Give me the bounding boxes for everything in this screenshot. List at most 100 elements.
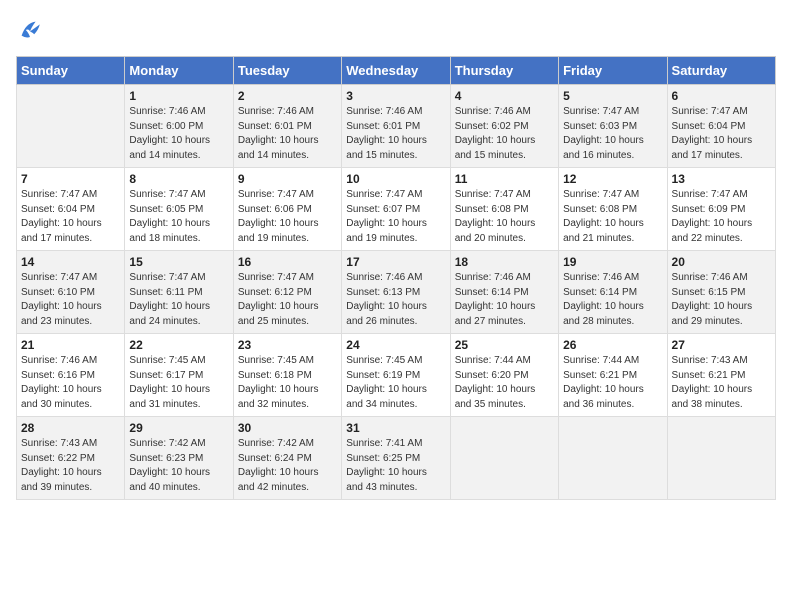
- header: [16, 16, 776, 44]
- day-number: 5: [563, 89, 662, 103]
- calendar-table: SundayMondayTuesdayWednesdayThursdayFrid…: [16, 56, 776, 500]
- day-number: 12: [563, 172, 662, 186]
- calendar-cell: 10Sunrise: 7:47 AM Sunset: 6:07 PM Dayli…: [342, 168, 450, 251]
- day-info: Sunrise: 7:43 AM Sunset: 6:21 PM Dayligh…: [672, 354, 771, 412]
- calendar-cell: 14 Sunrise: 7:47 AM Sunset: 6:10 PM Dayli…: [17, 251, 125, 334]
- day-number: 4: [455, 89, 554, 103]
- day-info: Sunrise: 7:47 AM Sunset: 6:03 PM Dayligh…: [563, 105, 662, 163]
- day-number: 1: [129, 89, 228, 103]
- calendar-cell: 31 Sunrise: 7:41 AM Sunset: 6:25 PM Dayli…: [342, 417, 450, 500]
- day-number: 28: [21, 421, 120, 435]
- calendar-cell: 8 Sunrise: 7:47 AM Sunset: 6:05 PM Daylig…: [125, 168, 233, 251]
- day-info: Sunrise: 7:46 AM Sunset: 6:01 PM Dayligh…: [346, 105, 445, 163]
- day-info: Sunrise: 7:46 AM Sunset: 6:01 PM Dayligh…: [238, 105, 337, 163]
- header-day-tuesday: Tuesday: [233, 57, 341, 85]
- day-number: 29: [129, 421, 228, 435]
- calendar-cell: 9 Sunrise: 7:47 AM Sunset: 6:06 PM Daylig…: [233, 168, 341, 251]
- calendar-cell: 1 Sunrise: 7:46 AM Sunset: 6:00 PM Daylig…: [125, 85, 233, 168]
- day-number: 9: [238, 172, 337, 186]
- logo: [16, 16, 48, 44]
- day-number: 3: [346, 89, 445, 103]
- header-day-sunday: Sunday: [17, 57, 125, 85]
- day-info: Sunrise: 7:42 AM Sunset: 6:24 PM Dayligh…: [238, 437, 337, 495]
- calendar-cell: 11 Sunrise: 7:47 AM Sunset: 6:08 PM Dayli…: [450, 168, 558, 251]
- day-info: Sunrise: 7:47 AM Sunset: 6:12 PM Dayligh…: [238, 271, 337, 329]
- calendar-cell: 29 Sunrise: 7:42 AM Sunset: 6:23 PM Dayli…: [125, 417, 233, 500]
- calendar-cell: 23Sunrise: 7:45 AM Sunset: 6:18 PM Dayli…: [233, 334, 341, 417]
- header-row: SundayMondayTuesdayWednesdayThursdayFrid…: [17, 57, 776, 85]
- day-info: Sunrise: 7:43 AM Sunset: 6:22 PM Dayligh…: [21, 437, 120, 495]
- day-info: Sunrise: 7:47 AM Sunset: 6:04 PM Dayligh…: [21, 188, 120, 246]
- day-info: Sunrise: 7:46 AM Sunset: 6:16 PM Dayligh…: [21, 354, 120, 412]
- header-day-thursday: Thursday: [450, 57, 558, 85]
- day-info: Sunrise: 7:47 AM Sunset: 6:11 PM Dayligh…: [129, 271, 228, 329]
- day-info: Sunrise: 7:45 AM Sunset: 6:17 PM Dayligh…: [129, 354, 228, 412]
- day-info: Sunrise: 7:47 AM Sunset: 6:09 PM Dayligh…: [672, 188, 771, 246]
- calendar-cell: 18Sunrise: 7:46 AM Sunset: 6:14 PM Dayli…: [450, 251, 558, 334]
- calendar-cell: 5 Sunrise: 7:47 AM Sunset: 6:03 PM Daylig…: [559, 85, 667, 168]
- calendar-cell: 6Sunrise: 7:47 AM Sunset: 6:04 PM Daylig…: [667, 85, 775, 168]
- calendar-cell: 27Sunrise: 7:43 AM Sunset: 6:21 PM Dayli…: [667, 334, 775, 417]
- header-day-wednesday: Wednesday: [342, 57, 450, 85]
- day-info: Sunrise: 7:47 AM Sunset: 6:05 PM Dayligh…: [129, 188, 228, 246]
- day-number: 20: [672, 255, 771, 269]
- day-info: Sunrise: 7:46 AM Sunset: 6:13 PM Dayligh…: [346, 271, 445, 329]
- calendar-cell: 26 Sunrise: 7:44 AM Sunset: 6:21 PM Dayli…: [559, 334, 667, 417]
- day-number: 25: [455, 338, 554, 352]
- calendar-cell: [450, 417, 558, 500]
- week-row-4: 21 Sunrise: 7:46 AM Sunset: 6:16 PM Dayli…: [17, 334, 776, 417]
- day-info: Sunrise: 7:47 AM Sunset: 6:10 PM Dayligh…: [21, 271, 120, 329]
- day-number: 2: [238, 89, 337, 103]
- calendar-body: 1 Sunrise: 7:46 AM Sunset: 6:00 PM Daylig…: [17, 85, 776, 500]
- calendar-cell: 30 Sunrise: 7:42 AM Sunset: 6:24 PM Dayli…: [233, 417, 341, 500]
- day-number: 18: [455, 255, 554, 269]
- day-info: Sunrise: 7:41 AM Sunset: 6:25 PM Dayligh…: [346, 437, 445, 495]
- calendar-cell: [667, 417, 775, 500]
- day-info: Sunrise: 7:44 AM Sunset: 6:20 PM Dayligh…: [455, 354, 554, 412]
- calendar-cell: 25 Sunrise: 7:44 AM Sunset: 6:20 PM Dayli…: [450, 334, 558, 417]
- calendar-cell: 16Sunrise: 7:47 AM Sunset: 6:12 PM Dayli…: [233, 251, 341, 334]
- calendar-cell: 20Sunrise: 7:46 AM Sunset: 6:15 PM Dayli…: [667, 251, 775, 334]
- header-day-friday: Friday: [559, 57, 667, 85]
- day-number: 6: [672, 89, 771, 103]
- day-number: 7: [21, 172, 120, 186]
- week-row-3: 14 Sunrise: 7:47 AM Sunset: 6:10 PM Dayli…: [17, 251, 776, 334]
- calendar-cell: 15Sunrise: 7:47 AM Sunset: 6:11 PM Dayli…: [125, 251, 233, 334]
- day-info: Sunrise: 7:46 AM Sunset: 6:00 PM Dayligh…: [129, 105, 228, 163]
- calendar-cell: 7 Sunrise: 7:47 AM Sunset: 6:04 PM Daylig…: [17, 168, 125, 251]
- day-info: Sunrise: 7:47 AM Sunset: 6:06 PM Dayligh…: [238, 188, 337, 246]
- day-number: 19: [563, 255, 662, 269]
- day-number: 14: [21, 255, 120, 269]
- day-number: 11: [455, 172, 554, 186]
- day-number: 30: [238, 421, 337, 435]
- logo-bird-icon: [16, 16, 44, 44]
- day-info: Sunrise: 7:45 AM Sunset: 6:19 PM Dayligh…: [346, 354, 445, 412]
- calendar-cell: 2 Sunrise: 7:46 AM Sunset: 6:01 PM Daylig…: [233, 85, 341, 168]
- day-info: Sunrise: 7:47 AM Sunset: 6:08 PM Dayligh…: [563, 188, 662, 246]
- calendar-cell: 4 Sunrise: 7:46 AM Sunset: 6:02 PM Daylig…: [450, 85, 558, 168]
- day-number: 22: [129, 338, 228, 352]
- day-number: 10: [346, 172, 445, 186]
- calendar-cell: 22 Sunrise: 7:45 AM Sunset: 6:17 PM Dayli…: [125, 334, 233, 417]
- week-row-5: 28 Sunrise: 7:43 AM Sunset: 6:22 PM Dayli…: [17, 417, 776, 500]
- day-info: Sunrise: 7:44 AM Sunset: 6:21 PM Dayligh…: [563, 354, 662, 412]
- calendar-cell: [559, 417, 667, 500]
- day-info: Sunrise: 7:47 AM Sunset: 6:08 PM Dayligh…: [455, 188, 554, 246]
- day-number: 31: [346, 421, 445, 435]
- day-number: 17: [346, 255, 445, 269]
- day-info: Sunrise: 7:42 AM Sunset: 6:23 PM Dayligh…: [129, 437, 228, 495]
- day-number: 26: [563, 338, 662, 352]
- day-number: 8: [129, 172, 228, 186]
- week-row-2: 7 Sunrise: 7:47 AM Sunset: 6:04 PM Daylig…: [17, 168, 776, 251]
- calendar-cell: 19Sunrise: 7:46 AM Sunset: 6:14 PM Dayli…: [559, 251, 667, 334]
- calendar-cell: 13Sunrise: 7:47 AM Sunset: 6:09 PM Dayli…: [667, 168, 775, 251]
- calendar-cell: [17, 85, 125, 168]
- calendar-cell: 24 Sunrise: 7:45 AM Sunset: 6:19 PM Dayli…: [342, 334, 450, 417]
- week-row-1: 1 Sunrise: 7:46 AM Sunset: 6:00 PM Daylig…: [17, 85, 776, 168]
- day-info: Sunrise: 7:46 AM Sunset: 6:02 PM Dayligh…: [455, 105, 554, 163]
- day-number: 24: [346, 338, 445, 352]
- header-day-saturday: Saturday: [667, 57, 775, 85]
- calendar-cell: 17 Sunrise: 7:46 AM Sunset: 6:13 PM Dayli…: [342, 251, 450, 334]
- calendar-cell: 12 Sunrise: 7:47 AM Sunset: 6:08 PM Dayli…: [559, 168, 667, 251]
- day-number: 21: [21, 338, 120, 352]
